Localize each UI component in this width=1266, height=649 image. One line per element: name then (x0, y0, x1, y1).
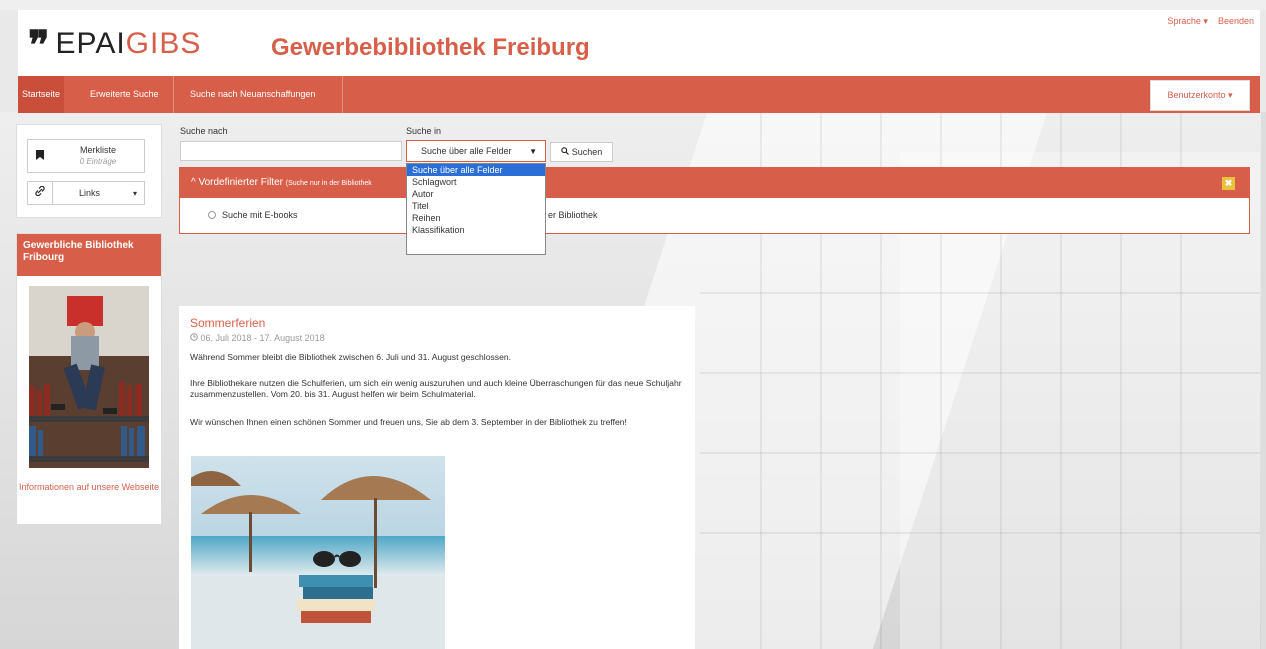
library-info-box: Gewerbliche Bibliothek Fribourg Informat… (16, 233, 162, 525)
logo-text: EPAIGIBS (55, 27, 202, 60)
nav-startseite[interactable]: Startseite (18, 76, 64, 113)
dropdown-option[interactable]: Autor (407, 188, 545, 200)
chevron-up-icon: ^ (191, 177, 196, 188)
filter-option-label: er Bibliothek (548, 210, 598, 220)
merkliste-button[interactable]: Merkliste 0 Einträge (27, 139, 145, 173)
predefined-filter-panel: ^ Vordefinierter Filter (Suche nur in de… (179, 167, 1250, 234)
dropdown-option[interactable]: Klassifikation (407, 224, 545, 236)
article-image (191, 456, 445, 649)
article-date: 06. Juli 2018 - 17. August 2018 (200, 333, 325, 343)
top-strip (0, 0, 1266, 10)
clock-icon (190, 333, 201, 343)
dropdown-option[interactable]: Suche über alle Felder (407, 164, 545, 176)
chevron-down-icon: ▾ (132, 188, 137, 198)
sidebar-tools: Merkliste 0 Einträge Links ▾ (16, 124, 162, 218)
dropdown-option[interactable]: Reihen (407, 212, 545, 224)
language-menu-link[interactable]: Sprache ▾ (1167, 16, 1208, 27)
link-icon (28, 182, 53, 204)
search-field-select[interactable]: Suche über alle Felder ▼ (406, 140, 546, 162)
website-info-link[interactable]: Informationen auf unsere Webseite (17, 482, 161, 493)
bookmark-icon (28, 149, 52, 163)
news-article: Sommerferien 06. Juli 2018 - 17. August … (179, 306, 695, 649)
dropdown-option[interactable]: Titel (407, 200, 545, 212)
library-box-title: Gewerbliche Bibliothek Fribourg (17, 234, 161, 276)
links-dropdown[interactable]: Links ▾ (27, 181, 145, 205)
dropdown-option[interactable]: Schlagwort (407, 176, 545, 188)
filter-option-library[interactable]: er Bibliothek (548, 210, 598, 220)
article-paragraph: Wir wünschen Ihnen einen schönen Sommer … (190, 417, 627, 427)
search-button-label: Suchen (571, 147, 603, 157)
close-icon[interactable]: ✖ (1222, 177, 1235, 190)
search-in-label: Suche in (406, 126, 442, 136)
selected-field: Suche über alle Felder (421, 146, 512, 156)
filter-option-label: Suche mit E-books (222, 210, 298, 220)
top-links: Sprache ▾ Beenden (1167, 16, 1254, 27)
user-account-button[interactable]: Benutzerkonto ▾ (1150, 80, 1250, 111)
merkliste-count: 0 Einträge (79, 157, 117, 166)
main-nav: Startseite Erweiterte Suche Suche nach N… (18, 76, 1260, 113)
epai-gibs-logo[interactable]: ❞ EPAIGIBS (28, 22, 202, 69)
library-title: Gewerbebibliothek Freiburg (271, 34, 590, 61)
filter-subtitle: (Suche nur in der Bibliothek (285, 180, 372, 187)
article-paragraph: Ihre Bibliothekare nutzen die Schulferie… (190, 378, 682, 399)
search-for-label: Suche nach (180, 126, 228, 136)
page-scrollbar[interactable] (1261, 112, 1266, 649)
library-photo (29, 286, 149, 468)
search-field-dropdown: Suche über alle Felder Schlagwort Autor … (406, 163, 546, 255)
nav-erweiterte-suche[interactable]: Erweiterte Suche (82, 76, 167, 113)
search-button[interactable]: Suchen (550, 142, 613, 162)
logo-quote-icon: ❞ (28, 22, 50, 69)
article-title[interactable]: Sommerferien (190, 316, 265, 330)
search-icon (560, 147, 569, 157)
filter-title: Vordefinierter Filter (198, 177, 283, 188)
select-arrow-icon: ▼ (529, 146, 537, 156)
links-label: Links (78, 188, 100, 198)
article-paragraph: Während Sommer bleibt die Bibliothek zwi… (190, 352, 512, 362)
search-input[interactable] (180, 141, 402, 161)
filter-option-ebooks[interactable]: Suche mit E-books (208, 210, 298, 220)
filter-header[interactable]: ^ Vordefinierter Filter (Suche nur in de… (180, 168, 1249, 198)
radio-icon (208, 211, 216, 219)
nav-suche-neuanschaffungen[interactable]: Suche nach Neuanschaffungen (182, 76, 323, 113)
site-header: ❞ EPAIGIBS Gewerbebibliothek Freiburg Sp… (18, 10, 1260, 76)
logout-link[interactable]: Beenden (1218, 16, 1254, 27)
merkliste-label: Merkliste (79, 145, 116, 155)
